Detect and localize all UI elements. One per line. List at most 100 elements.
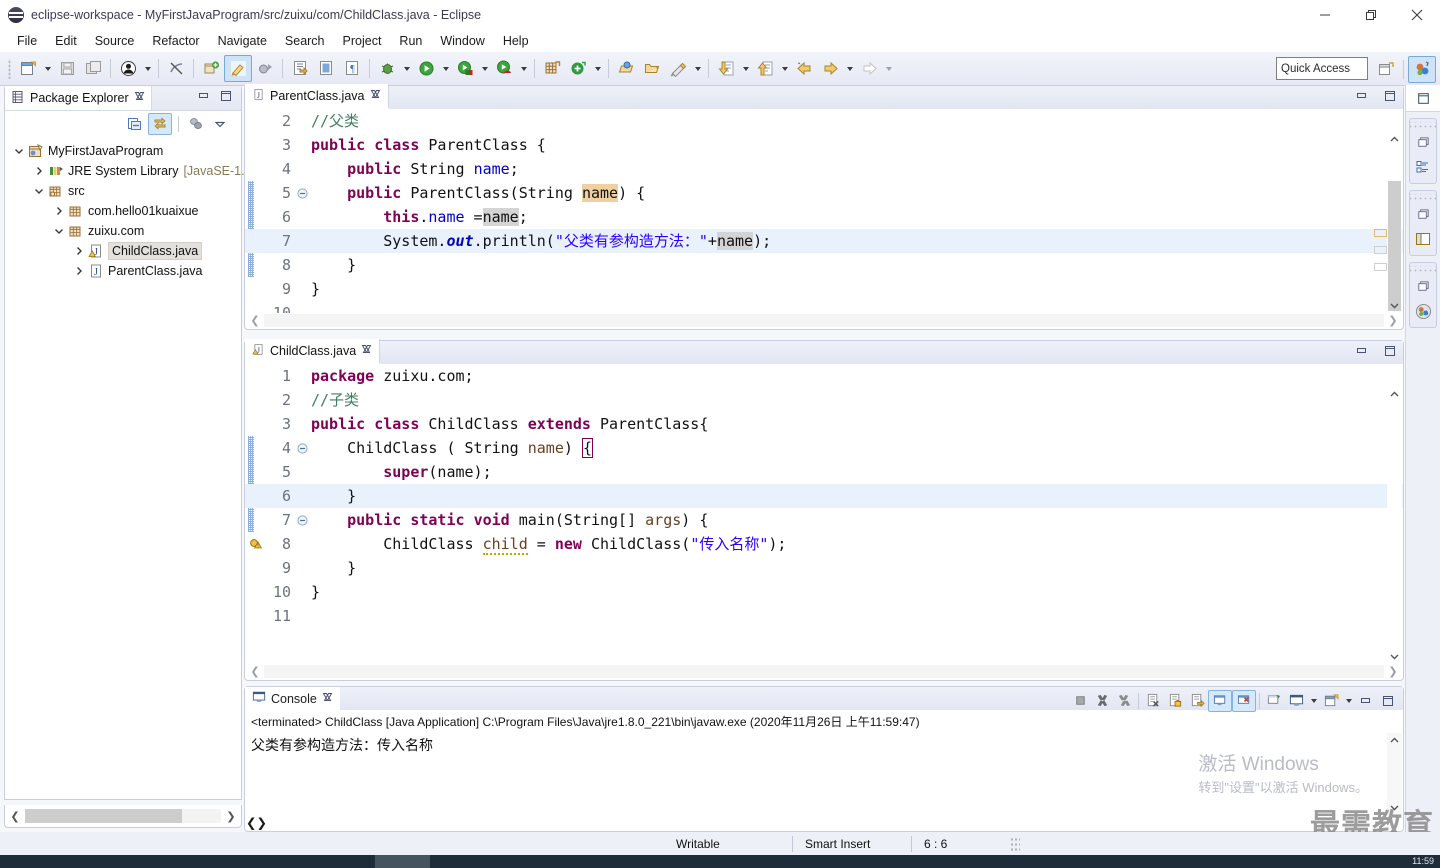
drag-handle[interactable] [1410, 122, 1436, 129]
editor1-code[interactable]: 2 //父类 3 public class ParentClass {4 public… [245, 109, 1403, 329]
chevron-down-icon[interactable] [11, 146, 27, 156]
scroll-left-icon[interactable]: ❮ [246, 815, 256, 830]
minimize-icon[interactable] [1355, 345, 1369, 360]
toolbar-grip[interactable] [6, 58, 13, 79]
skip-all-breakpoints-icon[interactable] [252, 56, 278, 81]
maximize-icon[interactable] [1383, 90, 1397, 105]
maximize-icon[interactable] [1377, 691, 1399, 711]
chevron-right-icon[interactable] [71, 246, 87, 256]
package-explorer-hscrollbar[interactable]: ❮ ❯ [4, 805, 242, 828]
scroll-thumb[interactable] [25, 809, 182, 823]
menu-window[interactable]: Window [431, 32, 493, 50]
editor1-body[interactable]: 2 //父类 3 public class ParentClass {4 public… [245, 109, 1403, 329]
toggle-mark-occurrences-icon[interactable] [163, 56, 189, 81]
menu-run[interactable]: Run [390, 32, 431, 50]
fold-collapse-icon[interactable] [295, 187, 309, 199]
scroll-right-icon[interactable]: ❯ [221, 806, 241, 826]
open-console-dropdown-icon[interactable] [1307, 688, 1320, 713]
show-console-on-output-icon[interactable] [1186, 691, 1208, 711]
user-profile-dropdown-icon[interactable] [141, 56, 154, 81]
menu-navigate[interactable]: Navigate [209, 32, 276, 50]
minimize-button[interactable] [1302, 0, 1348, 30]
menu-help[interactable]: Help [494, 32, 538, 50]
tree-item-package-zuixu-com[interactable]: zuixu.com [11, 221, 241, 241]
run-coverage-dropdown-icon[interactable] [478, 56, 491, 81]
scroll-left-icon[interactable]: ❮ [5, 806, 25, 826]
editor1-overview-ruler[interactable] [1374, 229, 1387, 280]
scroll-track[interactable] [1387, 402, 1402, 649]
outline-view-icon[interactable] [1410, 155, 1436, 179]
editor2-hscrollbar[interactable]: ❮ ❯ [246, 664, 1402, 679]
menu-search[interactable]: Search [276, 32, 334, 50]
open-type-icon[interactable] [287, 56, 313, 81]
scroll-up-icon[interactable] [1387, 387, 1402, 402]
edit-annotation-icon[interactable] [224, 55, 252, 82]
fold-collapse-icon[interactable] [295, 514, 309, 526]
scroll-down-icon[interactable] [1387, 800, 1402, 815]
restore-perspective-icon[interactable] [1406, 85, 1440, 112]
editor2-line-7[interactable]: 7 public static void main(String[] args)… [245, 508, 1403, 532]
editor1-line-9[interactable]: 9} [245, 277, 1403, 301]
editor2-code[interactable]: 1 package zuixu.com; 2 //子类 3 public class Ch… [245, 364, 1403, 680]
menu-source[interactable]: Source [86, 32, 144, 50]
chevron-right-icon[interactable] [31, 166, 47, 176]
close-icon[interactable] [134, 91, 145, 105]
editor2-line-11[interactable]: 11 [245, 604, 1403, 628]
clear-console-icon[interactable] [1142, 691, 1164, 711]
overview-marker[interactable] [1374, 246, 1387, 254]
remove-all-terminated-icon[interactable] [1113, 691, 1135, 711]
previous-annotation-icon[interactable] [752, 56, 778, 81]
editor1-line-4[interactable]: 4 public String name; [245, 157, 1403, 181]
new-console-dropdown-icon[interactable] [1320, 691, 1342, 711]
editor1-line-6[interactable]: 6 this.name =name; [245, 205, 1403, 229]
pin-console-icon[interactable] [1208, 689, 1232, 712]
forward-history-dropdown-icon[interactable] [843, 56, 856, 81]
scroll-up-icon[interactable] [1387, 132, 1402, 147]
editor2-line-9[interactable]: 9 } [245, 556, 1403, 580]
tree-item-childclass-java[interactable]: J ChildClass.java [11, 241, 241, 261]
menu-file[interactable]: File [8, 32, 46, 50]
scroll-down-icon[interactable] [1387, 649, 1402, 664]
chevron-down-icon[interactable] [31, 186, 47, 196]
editor1-hscrollbar[interactable]: ❮ ❯ [246, 313, 1402, 328]
tab-package-explorer[interactable]: Package Explorer [5, 86, 152, 110]
show-whitespace-icon[interactable]: ¶ [339, 56, 365, 81]
status-resize-grip[interactable] [1010, 836, 1020, 851]
view-menu-icon[interactable] [185, 114, 207, 134]
editor2-line-10[interactable]: 10} [245, 580, 1403, 604]
menu-edit[interactable]: Edit [46, 32, 86, 50]
scroll-right-icon[interactable]: ❯ [1384, 314, 1402, 327]
menu-refactor[interactable]: Refactor [143, 32, 208, 50]
minimize-icon[interactable] [197, 90, 211, 105]
package-explorer-icon[interactable] [1410, 227, 1436, 251]
scroll-track[interactable] [1387, 147, 1402, 311]
next-annotation-icon[interactable] [713, 56, 739, 81]
warning-marker-icon[interactable]: ! [249, 535, 267, 553]
close-icon[interactable] [322, 692, 333, 706]
editor1-line-2[interactable]: 2 //父类 [245, 109, 1403, 133]
scroll-thumb[interactable] [1388, 181, 1401, 311]
minimize-icon[interactable] [1355, 90, 1369, 105]
console-menu-dropdown-icon[interactable] [1342, 688, 1355, 713]
debug-icon[interactable] [374, 56, 400, 81]
forward-icon[interactable] [856, 56, 882, 81]
minimize-icon[interactable] [1355, 691, 1377, 711]
link-with-editor-icon[interactable] [148, 113, 172, 135]
new-wizard-dropdown-icon[interactable] [41, 56, 54, 81]
editor2-line-8[interactable]: ! 8 ChildClass child = new ChildClass("传入… [245, 532, 1403, 556]
next-annotation-dropdown-icon[interactable] [739, 56, 752, 81]
editor2-line-5[interactable]: 5 super(name); [245, 460, 1403, 484]
previous-annotation-dropdown-icon[interactable] [778, 56, 791, 81]
close-button[interactable] [1394, 0, 1440, 30]
tree-item-project[interactable]: MyFirstJavaProgram [11, 141, 241, 161]
scroll-up-icon[interactable] [1387, 733, 1402, 748]
new-java-class-icon[interactable] [565, 56, 591, 81]
taskbar-active-app[interactable] [375, 855, 430, 868]
java-browsing-icon[interactable] [1410, 299, 1436, 323]
drag-handle[interactable] [1410, 194, 1436, 201]
forward-dropdown-icon[interactable] [882, 56, 895, 81]
new-java-class-dropdown-icon[interactable] [591, 56, 604, 81]
scroll-right-icon[interactable]: ❯ [256, 815, 266, 830]
display-selected-console-icon[interactable] [1232, 689, 1256, 712]
maximize-restore-button[interactable] [1348, 0, 1394, 30]
